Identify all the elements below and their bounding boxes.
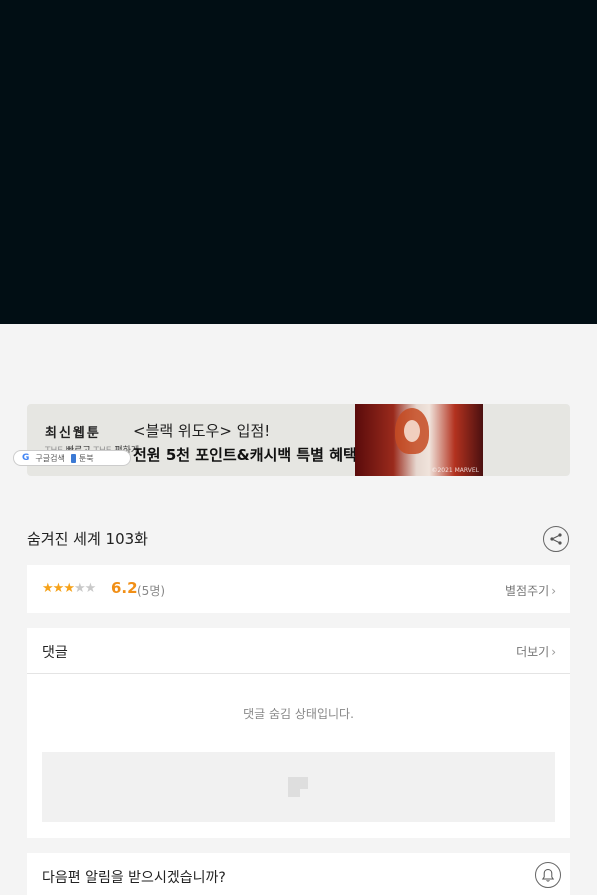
rate-button[interactable]: 별점주기 ›	[505, 582, 556, 599]
star-icon: ★	[52, 581, 65, 596]
comments-more-link[interactable]: 더보기 ›	[516, 643, 556, 660]
comment-section: 댓글 더보기 › 댓글 숨김 상태입니다.	[27, 628, 570, 838]
comments-hidden-message: 댓글 숨김 상태입니다.	[243, 707, 354, 721]
star-rating: ★★★★★	[42, 581, 97, 596]
episode-viewer-area[interactable]	[0, 0, 597, 324]
rating-card: ★★★★★ 6.2 (5명) 별점주기 ›	[27, 565, 570, 613]
episode-title: 숨겨진 세계 103화	[27, 530, 148, 548]
poster-face	[404, 420, 420, 442]
star-empty-icon: ★	[84, 581, 97, 596]
ad-placeholder[interactable]	[42, 752, 555, 822]
pill-search-label: 구글검색	[35, 453, 65, 463]
star-icon: ★	[63, 581, 75, 596]
chevron-right-icon: ›	[551, 584, 556, 598]
app-label: 툰북	[70, 453, 94, 464]
share-icon	[550, 533, 562, 545]
comments-more-label: 더보기	[516, 645, 550, 659]
rating-score: 6.2	[111, 579, 138, 597]
rate-button-label: 별점주기	[505, 584, 550, 598]
banner-poster-image: ©2021 MARVEL	[355, 404, 483, 476]
share-button[interactable]	[543, 526, 569, 552]
rating-count: (5명)	[137, 584, 166, 598]
comment-header: 댓글 더보기 ›	[27, 628, 570, 674]
star-empty-icon: ★	[73, 581, 86, 596]
promo-banner[interactable]: 최신웹툰 THE 빠르고 THE 편하게 G 구글검색 툰북 <블랙 위도우> …	[13, 404, 570, 476]
google-icon: G	[22, 453, 30, 463]
banner-headline: <블랙 위도우> 입점! 전원 5천 포인트&캐시백 특별 혜택	[133, 420, 357, 465]
image-placeholder-icon	[288, 777, 308, 797]
star-icon: ★	[42, 581, 54, 596]
chevron-right-icon: ›	[551, 645, 556, 659]
notify-toggle-button[interactable]	[535, 862, 561, 888]
comment-title: 댓글	[42, 645, 68, 661]
banner-headline-line2: 전원 5천 포인트&캐시백 특별 혜택	[133, 446, 357, 464]
banner-headline-line1: <블랙 위도우> 입점!	[133, 422, 271, 440]
poster-copyright: ©2021 MARVEL	[431, 467, 479, 474]
bell-icon	[541, 868, 555, 882]
next-episode-notify: 다음편 알림을 받으시겠습니까?	[27, 853, 570, 895]
banner-search-pill[interactable]: G 구글검색 툰북	[13, 450, 131, 466]
notify-prompt: 다음편 알림을 받으시겠습니까?	[42, 870, 226, 886]
book-icon	[70, 453, 76, 463]
